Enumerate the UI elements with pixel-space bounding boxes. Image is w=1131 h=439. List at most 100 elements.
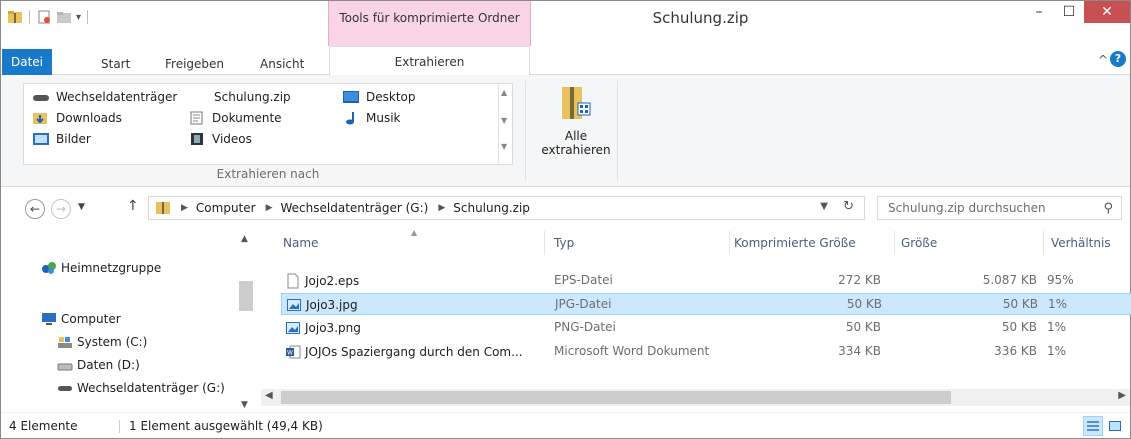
column-divider[interactable] bbox=[1043, 231, 1044, 255]
search-placeholder: Schulung.zip durchsuchen bbox=[888, 201, 1046, 215]
gallery-item-desktop[interactable]: Desktop bbox=[342, 88, 416, 106]
column-header-size[interactable]: Größe bbox=[901, 236, 937, 250]
image-file-icon bbox=[286, 322, 300, 334]
nav-item-label: Computer bbox=[61, 312, 121, 326]
tab-extract[interactable]: Extrahieren bbox=[329, 46, 530, 76]
refresh-icon[interactable]: ↻ bbox=[843, 199, 854, 214]
horizontal-scrollbar[interactable]: ◀ ▶ bbox=[261, 389, 1130, 406]
column-header-type[interactable]: Typ bbox=[554, 236, 574, 250]
forward-arrow-icon: → bbox=[51, 199, 71, 219]
column-header-name[interactable]: Name bbox=[283, 236, 318, 250]
scroll-down-icon[interactable]: ▼ bbox=[241, 400, 248, 410]
file-name: Jojo3.png bbox=[305, 321, 361, 335]
explorer-window: ▾ Tools für komprimierte Ordner Schulung… bbox=[0, 0, 1131, 439]
nav-item-homegroup[interactable]: Heimnetzgruppe bbox=[41, 261, 161, 275]
close-button[interactable]: ✕ bbox=[1084, 1, 1130, 23]
file-compressed-size: 50 KB bbox=[845, 320, 881, 334]
gallery-scrollbar[interactable]: ▲ ▼ ▼ bbox=[498, 84, 512, 164]
breadcrumb-computer[interactable]: Computer bbox=[196, 201, 256, 215]
tab-start[interactable]: Start bbox=[101, 52, 130, 75]
extract-all-button[interactable]: Alle extrahieren bbox=[541, 79, 611, 163]
ribbon-divider bbox=[525, 81, 526, 181]
status-selection: 1 Element ausgewählt (49,4 KB) bbox=[129, 419, 323, 433]
chevron-right-icon[interactable]: ▶ bbox=[438, 203, 445, 213]
breadcrumb-removable-drive[interactable]: Wechseldatenträger (G:) bbox=[281, 201, 429, 215]
search-icon[interactable]: ⚲ bbox=[1103, 201, 1113, 216]
gallery-down-icon[interactable]: ▼ bbox=[501, 116, 507, 125]
scroll-left-icon[interactable]: ◀ bbox=[265, 390, 273, 401]
file-size: 50 KB bbox=[1002, 297, 1038, 311]
gallery-item-label: Schulung.zip bbox=[214, 90, 291, 104]
tab-share[interactable]: Freigeben bbox=[165, 52, 224, 75]
nav-item-system-c[interactable]: System (C:) bbox=[57, 335, 147, 349]
maximize-button[interactable]: ☐ bbox=[1054, 1, 1084, 23]
horizontal-scroll-thumb[interactable] bbox=[281, 391, 951, 404]
nav-item-label: Wechseldatenträger (G:) bbox=[77, 381, 225, 395]
table-row[interactable]: Jojo2.eps EPS-Datei 272 KB 5.087 KB 95% bbox=[281, 270, 1131, 292]
extract-all-icon bbox=[562, 87, 591, 119]
column-header-compressed-size[interactable]: Komprimierte Größe bbox=[734, 236, 856, 250]
nav-item-label: System (C:) bbox=[77, 335, 148, 349]
file-ratio: 1% bbox=[1047, 344, 1067, 358]
address-bar[interactable]: ▶ Computer ▶ Wechseldatenträger (G:) ▶ S… bbox=[148, 196, 865, 220]
chevron-right-icon[interactable]: ▶ bbox=[266, 203, 273, 213]
gallery-item-pictures[interactable]: Bilder bbox=[32, 130, 91, 148]
tab-view[interactable]: Ansicht bbox=[260, 52, 304, 75]
search-input[interactable]: Schulung.zip durchsuchen ⚲ bbox=[877, 196, 1122, 220]
gallery-item-removable-drive[interactable]: Wechseldatenträger bbox=[32, 88, 177, 106]
table-row[interactable]: Jojo3.png PNG-Datei 50 KB 50 KB 1% bbox=[281, 317, 1131, 339]
up-arrow-icon[interactable]: ↑ bbox=[127, 198, 139, 214]
gallery-up-icon[interactable]: ▲ bbox=[501, 88, 507, 97]
tab-file[interactable]: Datei bbox=[2, 49, 52, 75]
sort-ascending-icon: ▲ bbox=[411, 228, 418, 237]
title-bar: ▾ Tools für komprimierte Ordner Schulung… bbox=[1, 1, 1130, 46]
column-divider[interactable] bbox=[544, 231, 545, 255]
back-arrow-icon: ← bbox=[25, 199, 45, 219]
file-ratio: 1% bbox=[1047, 320, 1067, 334]
recent-locations-icon[interactable]: ▼ bbox=[78, 202, 85, 212]
nav-scroll-thumb[interactable] bbox=[239, 281, 253, 311]
nav-item-daten-d[interactable]: Daten (D:) bbox=[57, 358, 140, 372]
gallery-item-label: Videos bbox=[212, 132, 252, 146]
window-title: Schulung.zip bbox=[652, 9, 749, 27]
scroll-right-icon[interactable]: ▶ bbox=[1118, 390, 1126, 401]
file-name-cell: Jojo3.png bbox=[285, 320, 361, 336]
nav-item-computer[interactable]: Computer bbox=[41, 312, 121, 326]
column-divider[interactable] bbox=[729, 231, 730, 255]
gallery-item-label: Desktop bbox=[366, 90, 416, 104]
minimize-button[interactable]: – bbox=[1024, 1, 1054, 23]
scroll-up-icon[interactable]: ▲ bbox=[241, 234, 248, 244]
gallery-item-schulung-zip[interactable]: Schulung.zip bbox=[214, 88, 291, 106]
address-dropdown-icon[interactable]: ▼ bbox=[820, 201, 828, 212]
system-drive-icon bbox=[58, 337, 72, 348]
help-icon[interactable]: ? bbox=[1110, 51, 1126, 67]
large-icons-view-button[interactable] bbox=[1105, 416, 1125, 436]
gallery-item-documents[interactable]: Dokumente bbox=[188, 109, 282, 127]
gallery-item-label: Musik bbox=[366, 111, 401, 125]
back-button[interactable]: ← bbox=[25, 199, 45, 219]
gallery-item-downloads[interactable]: Downloads bbox=[32, 109, 122, 127]
column-divider[interactable] bbox=[894, 231, 895, 255]
details-view-button[interactable] bbox=[1083, 416, 1103, 436]
column-header-ratio[interactable]: Verhältnis bbox=[1051, 236, 1111, 250]
gallery-item-music[interactable]: Musik bbox=[342, 109, 401, 127]
gallery-item-videos[interactable]: Videos bbox=[188, 130, 252, 148]
svg-text:W: W bbox=[287, 350, 293, 357]
file-name-cell: W JOJOs Spaziergang durch den Com... bbox=[285, 344, 523, 360]
details-view-icon bbox=[1087, 421, 1099, 431]
extract-all-label-2: extrahieren bbox=[541, 143, 611, 157]
gallery-expand-icon[interactable]: ▼ bbox=[501, 142, 507, 151]
nav-item-removable-g[interactable]: Wechseldatenträger (G:) bbox=[57, 381, 225, 395]
forward-button[interactable]: → bbox=[51, 199, 71, 219]
removable-drive-icon bbox=[33, 95, 49, 101]
desktop-icon bbox=[343, 91, 359, 103]
table-row[interactable]: Jojo3.jpg JPG-Datei 50 KB 50 KB 1% bbox=[281, 293, 1131, 315]
breadcrumb-schulung-zip[interactable]: Schulung.zip bbox=[453, 201, 530, 215]
word-document-icon: W bbox=[286, 345, 301, 359]
nav-scrollbar[interactable]: ▲ ▼ bbox=[237, 228, 254, 413]
window-controls: – ☐ ✕ bbox=[1024, 1, 1130, 23]
table-row[interactable]: W JOJOs Spaziergang durch den Com... Mic… bbox=[281, 341, 1131, 363]
collapse-ribbon-icon[interactable]: ^ bbox=[1098, 53, 1108, 67]
chevron-right-icon[interactable]: ▶ bbox=[181, 203, 188, 213]
file-compressed-size: 272 KB bbox=[838, 273, 881, 287]
